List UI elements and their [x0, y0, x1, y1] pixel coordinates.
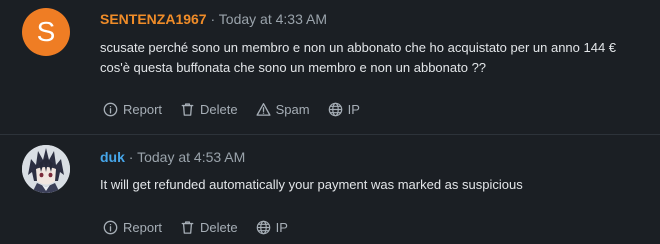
author-name[interactable]: SENTENZA1967	[100, 11, 207, 27]
comment-line: cos'è questa buffonata che sono un membr…	[100, 60, 487, 75]
comment-line: scusate perché sono un membro e non un a…	[100, 40, 617, 55]
meta-separator: ·	[210, 11, 216, 27]
ip-label: IP	[275, 220, 288, 235]
spam-button[interactable]: Spam	[256, 102, 310, 117]
avatar[interactable]: S	[22, 8, 70, 56]
globe-icon	[328, 102, 343, 117]
trash-icon	[180, 102, 195, 117]
comment-meta: duk · Today at 4:53 AM	[100, 148, 245, 166]
avatar[interactable]	[22, 145, 70, 193]
comment-line: It will get refunded automatically your …	[100, 177, 523, 192]
comment-body: It will get refunded automatically your …	[100, 175, 658, 195]
delete-button[interactable]: Delete	[180, 102, 238, 117]
comment-thread: S SENTENZA1967 · Today at 4:33 AM scusat…	[0, 0, 660, 244]
ip-button[interactable]: IP	[328, 102, 360, 117]
comment: duk · Today at 4:53 AM It will get refun…	[0, 135, 660, 244]
info-circle-icon	[103, 102, 118, 117]
report-button[interactable]: Report	[103, 102, 162, 117]
comment-actions: Report Delete	[103, 102, 378, 117]
comment: S SENTENZA1967 · Today at 4:33 AM scusat…	[0, 0, 660, 134]
avatar-letter: S	[36, 16, 56, 47]
delete-label: Delete	[200, 220, 238, 235]
delete-button[interactable]: Delete	[180, 220, 238, 235]
report-button[interactable]: Report	[103, 220, 162, 235]
report-label: Report	[123, 102, 163, 117]
meta-separator: ·	[128, 149, 134, 165]
comment-meta: SENTENZA1967 · Today at 4:33 AM	[100, 10, 327, 28]
spam-label: Spam	[275, 102, 310, 117]
report-label: Report	[123, 220, 163, 235]
comment-actions: Report Delete	[103, 220, 306, 235]
delete-label: Delete	[200, 102, 238, 117]
globe-icon	[256, 220, 271, 235]
ip-button[interactable]: IP	[256, 220, 288, 235]
comment-body: scusate perché sono un membro e non un a…	[100, 38, 658, 78]
timestamp[interactable]: Today at 4:33 AM	[219, 11, 327, 27]
warning-triangle-icon	[256, 102, 271, 117]
ip-label: IP	[347, 102, 360, 117]
info-circle-icon	[103, 220, 118, 235]
timestamp[interactable]: Today at 4:53 AM	[137, 149, 245, 165]
trash-icon	[180, 220, 195, 235]
anime-character-avatar-image	[22, 145, 70, 193]
author-name[interactable]: duk	[100, 149, 125, 165]
